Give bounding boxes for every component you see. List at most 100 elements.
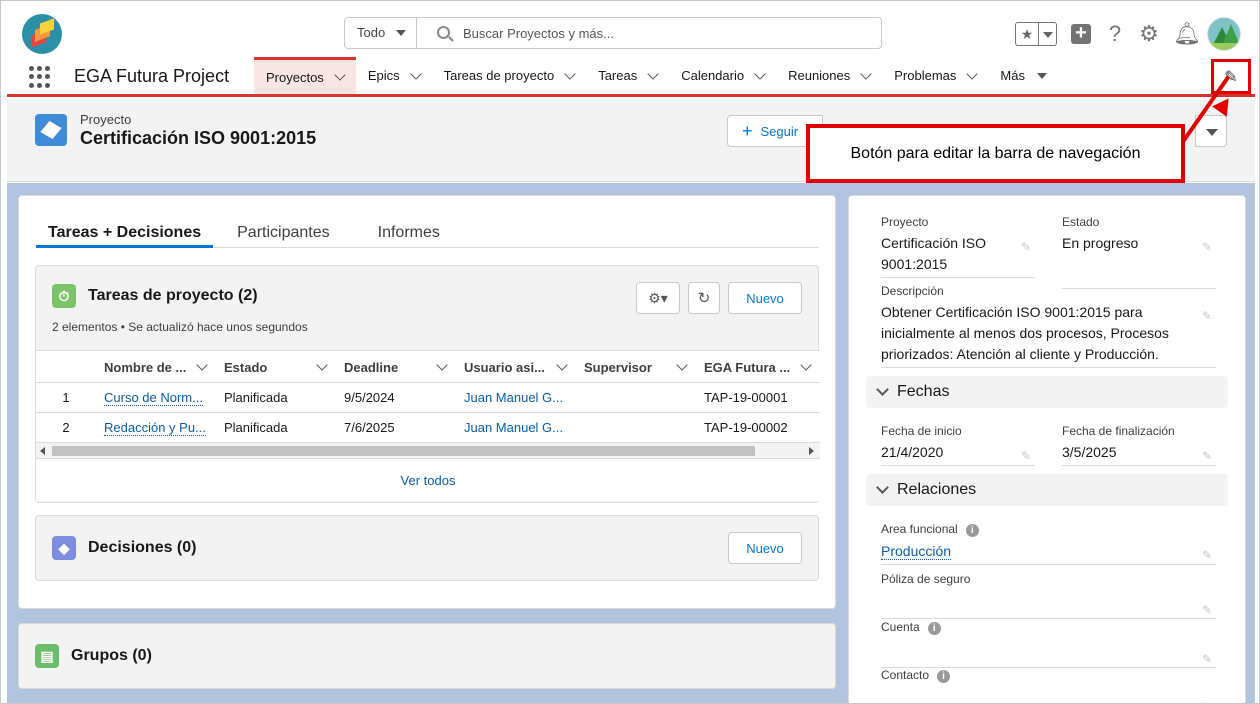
callout-text: Botón para editar la barra de navegación <box>850 144 1141 162</box>
task-user-link[interactable]: Juan Manuel G... <box>464 420 563 435</box>
tasks-list-actions: ⚙▾ ↻ Nuevo <box>636 282 802 314</box>
chevron-down-icon[interactable] <box>800 359 812 371</box>
pencil-icon[interactable]: ✎ <box>1021 446 1031 467</box>
column-header[interactable]: Usuario asi... <box>456 351 576 383</box>
view-all-link[interactable]: Ver todos <box>36 459 820 501</box>
field-proyecto: Proyecto Certificación ISO 9001:2015 ✎ <box>881 215 1035 278</box>
chevron-down-icon[interactable] <box>860 67 872 80</box>
chevron-down-icon[interactable] <box>647 67 659 80</box>
horizontal-scrollbar[interactable] <box>36 443 820 459</box>
plus-icon: + <box>742 120 753 141</box>
app-launcher-icon[interactable] <box>29 66 51 88</box>
decisions-related-list: ◆ Decisiones (0) Nuevo <box>35 515 819 581</box>
nav-tab-proyectos[interactable]: Proyectos <box>254 57 356 94</box>
chevron-down-icon[interactable] <box>564 67 576 80</box>
global-actions-plus-icon[interactable]: + <box>1071 23 1091 44</box>
column-header-label: Deadline <box>344 359 399 375</box>
field-value: ✎ <box>881 687 1216 703</box>
info-icon[interactable]: i <box>927 622 941 635</box>
field-fecha-inicio: Fecha de inicio 21/4/2020 ✎ <box>881 424 1035 466</box>
pencil-icon[interactable]: ✎ <box>1202 697 1212 703</box>
help-icon[interactable]: ? <box>1105 21 1125 47</box>
scrollbar-thumb[interactable] <box>52 446 755 456</box>
pencil-icon[interactable]: ✎ <box>1202 306 1212 327</box>
task-name-link[interactable]: Redacción y Pu... <box>104 420 206 436</box>
scroll-left-arrow-icon[interactable] <box>40 447 45 455</box>
favorites-button[interactable]: ★ <box>1015 22 1057 46</box>
new-task-button[interactable]: Nuevo <box>728 282 802 314</box>
record-title: Certificación ISO 9001:2015 <box>80 128 317 148</box>
section-relaciones[interactable]: Relaciones <box>866 474 1228 506</box>
task-user-cell: Juan Manuel G... <box>456 420 576 435</box>
tasks-list-header: ⏱ Tareas de proyecto (2) <box>52 284 258 308</box>
column-header[interactable]: Deadline <box>336 351 456 383</box>
app-logo[interactable] <box>22 14 62 54</box>
chevron-down-icon[interactable] <box>754 67 766 80</box>
column-header[interactable]: Estado <box>216 351 336 383</box>
chevron-down-icon[interactable] <box>409 67 422 80</box>
info-icon[interactable]: i <box>937 670 951 683</box>
nav-tab-tareas[interactable]: Tareas <box>586 57 669 94</box>
descripcion-value: Obtener Certificación ISO 9001:2015 para… <box>881 304 1169 362</box>
search-icon <box>437 26 450 39</box>
pencil-icon[interactable]: ✎ <box>1021 237 1031 258</box>
estado-value: En progreso <box>1062 235 1139 251</box>
details-card: Proyecto Certificación ISO 9001:2015 ✎ Es… <box>848 195 1246 703</box>
task-user-cell: Juan Manuel G... <box>456 390 576 405</box>
chevron-down-icon[interactable] <box>556 359 568 371</box>
pencil-icon[interactable]: ✎ <box>1202 237 1212 258</box>
refresh-button[interactable]: ↻ <box>688 282 720 314</box>
chevron-down-icon[interactable] <box>196 359 208 371</box>
bell-icon[interactable]: 🔔︎ <box>1173 21 1201 47</box>
search-scope-dropdown[interactable]: Todo <box>345 18 417 48</box>
new-decision-button[interactable]: Nuevo <box>728 532 802 564</box>
nav-tab-problemas[interactable]: Problemas <box>882 57 988 94</box>
column-header[interactable]: Nombre de ... <box>96 351 216 383</box>
nav-tab-tareas-de-proyecto[interactable]: Tareas de proyecto <box>432 57 587 94</box>
caret-down-icon[interactable] <box>1036 72 1047 79</box>
tab-participantes[interactable]: Participantes <box>237 216 348 248</box>
pencil-icon[interactable]: ✎ <box>1202 649 1212 670</box>
task-name-link[interactable]: Curso de Norm... <box>104 390 203 406</box>
nav-tab-calendario[interactable]: Calendario <box>669 57 776 94</box>
column-header[interactable]: Supervisor <box>576 351 696 383</box>
tab-tareas-decisiones[interactable]: Tareas + Decisiones <box>36 216 214 248</box>
record-tabs: Tareas + Decisiones Participantes Inform… <box>36 216 819 248</box>
chevron-down-icon[interactable] <box>316 359 328 371</box>
list-settings-button[interactable]: ⚙▾ <box>636 282 680 314</box>
tab-informes[interactable]: Informes <box>378 216 458 248</box>
task-code-cell: TAP-19-00002 <box>704 420 788 435</box>
pencil-icon[interactable]: ✎ <box>1202 600 1212 621</box>
column-header[interactable]: EGA Futura ... <box>696 351 820 383</box>
decisions-list-title[interactable]: Decisiones (0) <box>88 539 196 557</box>
pencil-icon[interactable]: ✎ <box>1202 446 1212 467</box>
field-poliza: Póliza de seguro ✎ <box>881 572 1216 619</box>
scroll-right-arrow-icon[interactable] <box>809 447 814 455</box>
area-funcional-link[interactable]: Producción <box>881 543 952 560</box>
section-fechas[interactable]: Fechas <box>866 376 1228 408</box>
nav-tab-label: Calendario <box>681 68 745 83</box>
chevron-down-icon[interactable] <box>334 69 346 81</box>
user-avatar[interactable] <box>1207 17 1241 51</box>
pencil-icon[interactable]: ✎ <box>1202 545 1212 566</box>
nav-tab-reuniones[interactable]: Reuniones <box>776 57 882 94</box>
stopwatch-icon: ⏱ <box>52 284 76 308</box>
groups-list-title[interactable]: Grupos (0) <box>71 647 152 665</box>
task-status-cell: Planificada <box>224 420 288 435</box>
search-input[interactable] <box>463 22 863 44</box>
task-user-link[interactable]: Juan Manuel G... <box>464 390 563 405</box>
chevron-down-icon[interactable] <box>676 359 688 371</box>
nav-tab-epics[interactable]: Epics <box>356 57 432 94</box>
gear-icon[interactable]: ⚙ <box>1139 21 1159 47</box>
nav-tab-label: Problemas <box>894 68 957 83</box>
caret-down-icon <box>396 30 406 36</box>
chevron-down-icon[interactable] <box>436 359 448 371</box>
chevron-down-icon[interactable] <box>966 67 979 80</box>
global-search: Todo <box>344 17 882 49</box>
favorites-dropdown-icon[interactable] <box>1038 23 1056 45</box>
tasks-list-title[interactable]: Tareas de proyecto (2) <box>88 287 258 305</box>
star-icon[interactable]: ★ <box>1016 26 1038 43</box>
nav-tab-mas[interactable]: Más <box>988 57 1059 94</box>
proyecto-value: Certificación ISO 9001:2015 <box>881 235 987 272</box>
info-icon[interactable]: i <box>965 524 979 537</box>
